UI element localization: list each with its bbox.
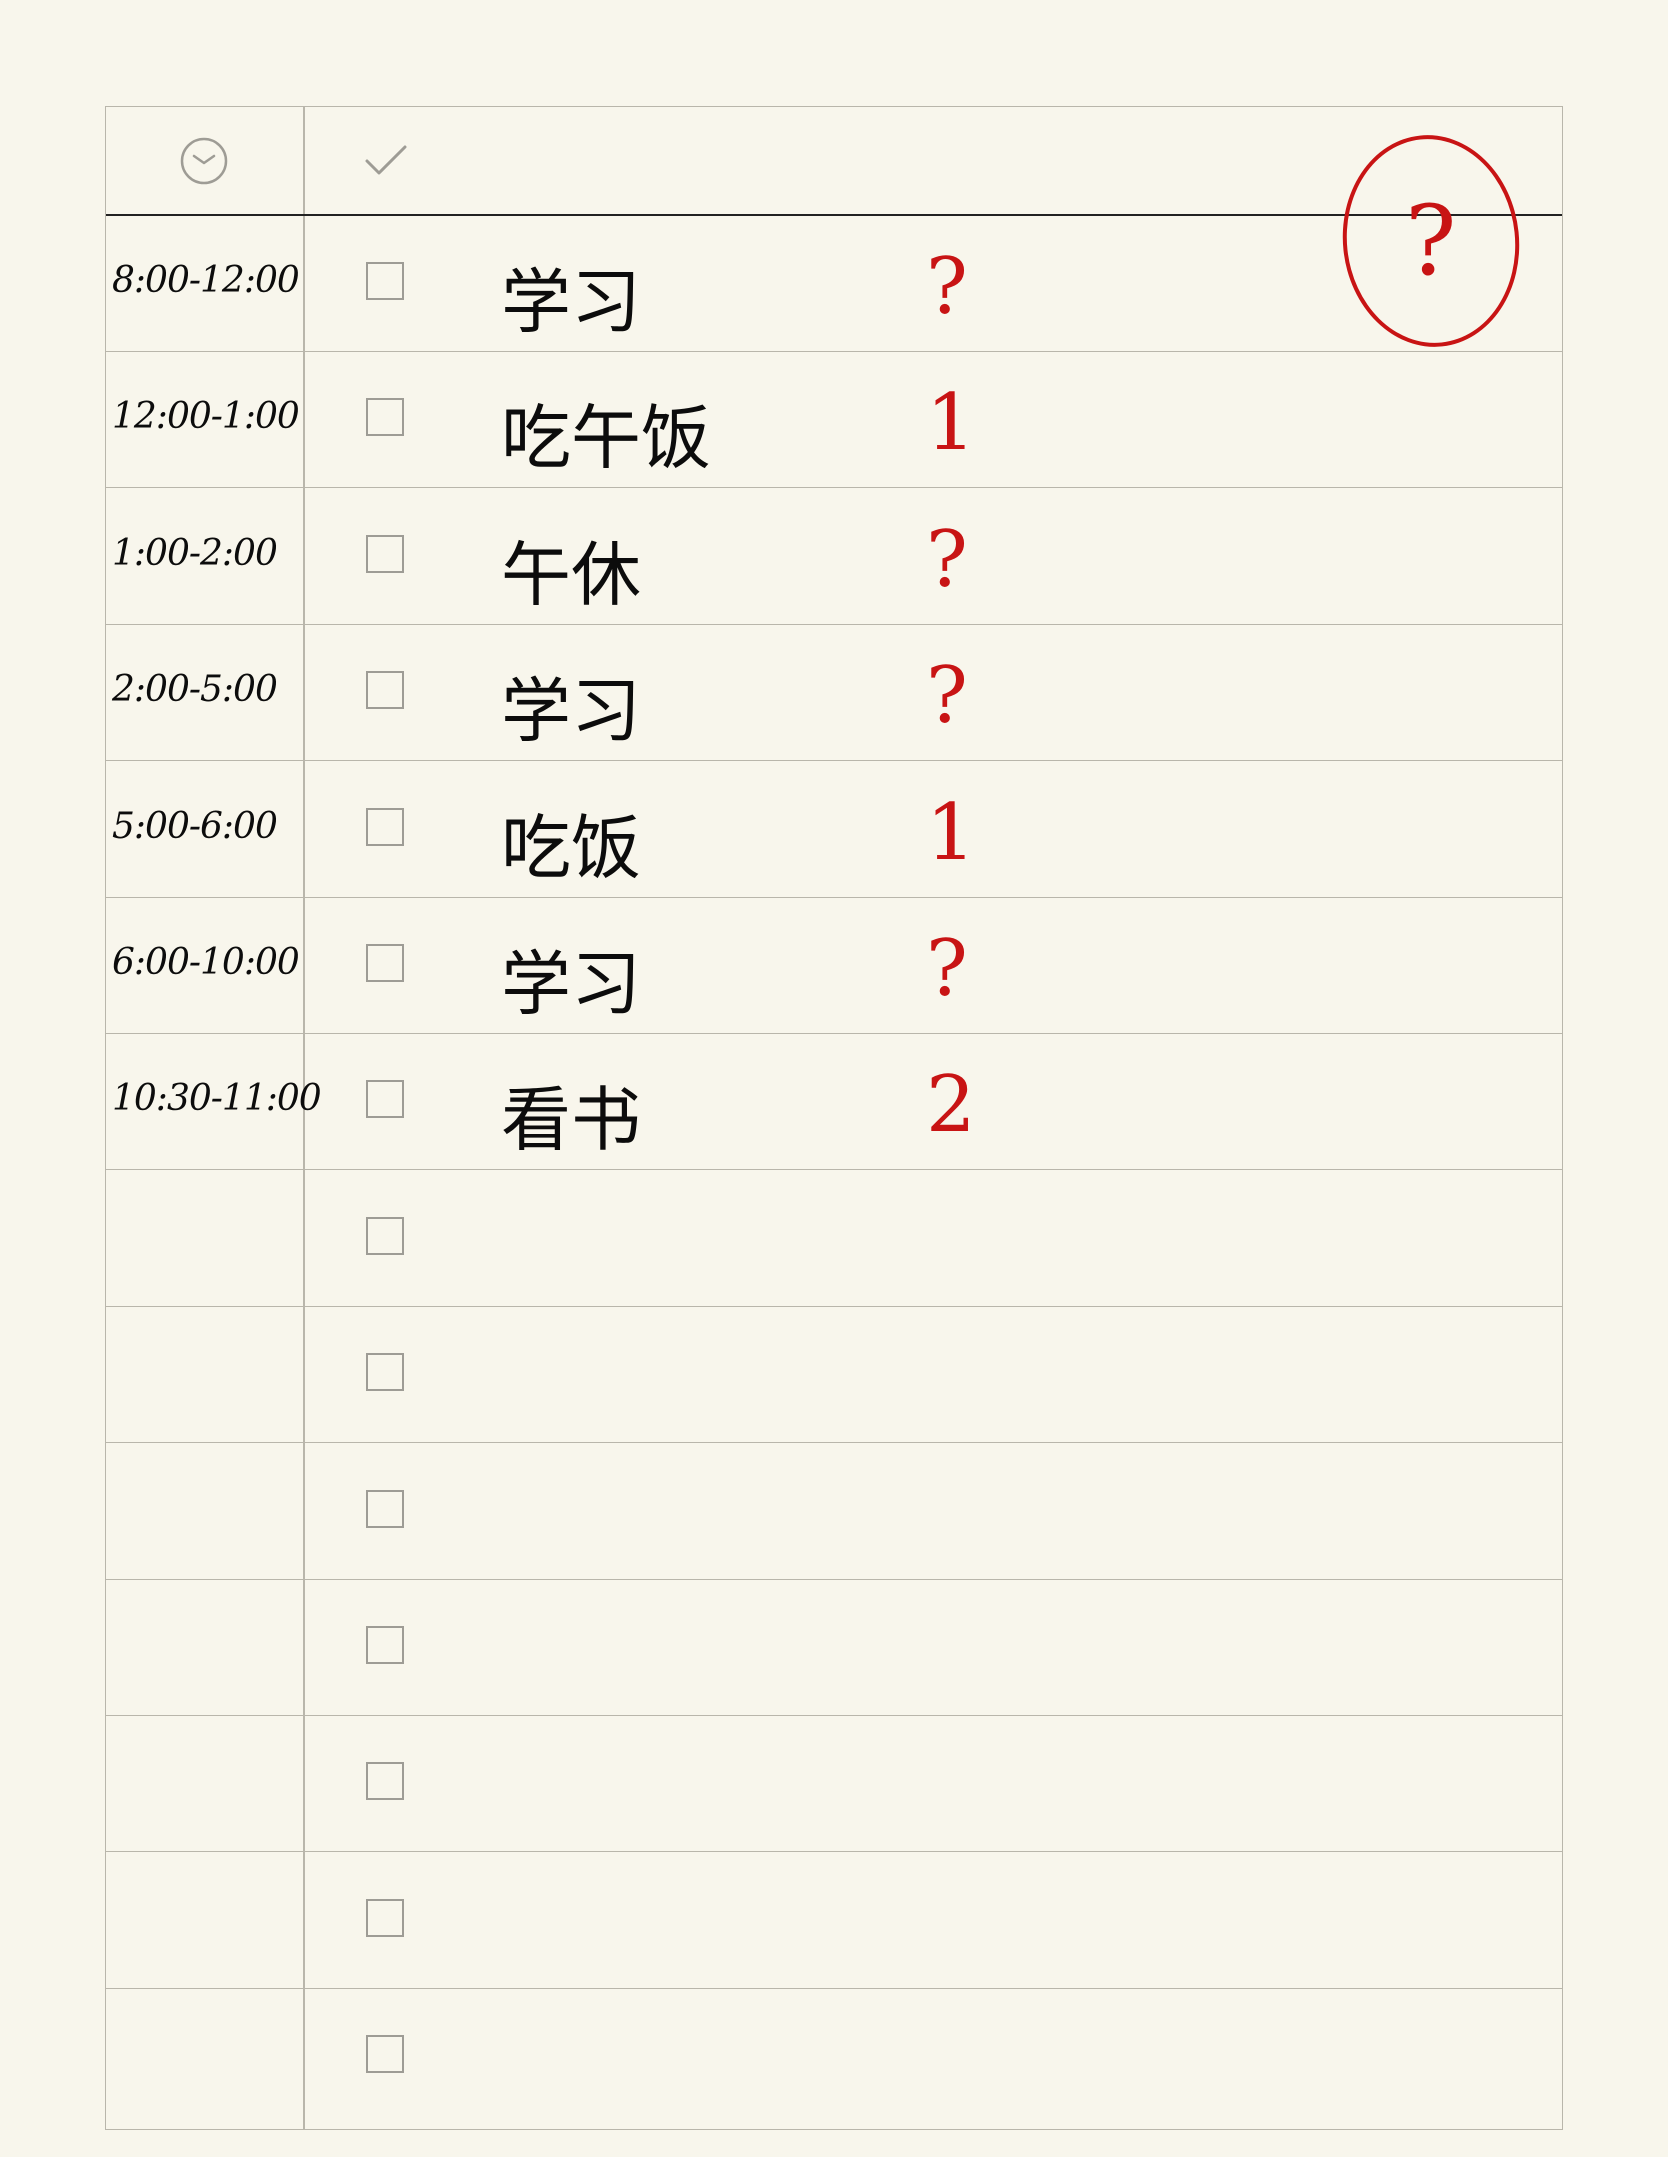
- checkmark-icon: [360, 135, 412, 187]
- task-checkbox[interactable]: [366, 671, 404, 710]
- clock-icon: [178, 135, 230, 187]
- red-mark: ?: [926, 651, 968, 742]
- task-checkbox[interactable]: [366, 1353, 404, 1392]
- table-row: 2:00-5:00 学习?: [106, 625, 1562, 762]
- red-mark: ?: [926, 924, 968, 1014]
- task-text: 吃午饭: [501, 397, 711, 480]
- red-mark: ?: [926, 242, 968, 332]
- table-row: 6:00-10:00 学习?: [106, 898, 1562, 1034]
- task-checkbox[interactable]: [366, 807, 404, 846]
- red-mark: 2: [926, 1060, 976, 1151]
- red-mark: ?: [926, 514, 968, 605]
- red-mark: 1: [926, 787, 976, 878]
- table-row: [106, 1444, 1562, 1580]
- table-row: [106, 1307, 1562, 1444]
- time-cell: 8:00-12:00: [112, 260, 300, 301]
- header-row: [106, 107, 1562, 216]
- task-checkbox[interactable]: [366, 944, 404, 982]
- table-row: [106, 1171, 1562, 1307]
- task-checkbox[interactable]: [366, 1762, 404, 1801]
- task-checkbox[interactable]: [366, 1489, 404, 1528]
- table-row: 1:00-2:00 午休?: [106, 489, 1562, 625]
- task-checkbox[interactable]: [366, 1626, 404, 1664]
- task-checkbox[interactable]: [366, 1080, 404, 1119]
- table-row: 5:00-6:00 吃饭 1: [106, 762, 1562, 898]
- time-cell: 5:00-6:00: [112, 805, 278, 847]
- task-checkbox[interactable]: [366, 2035, 404, 2074]
- table-row: 12:00-1:00 吃午饭 1: [106, 352, 1562, 489]
- circled-mark-text: ?: [1405, 185, 1457, 297]
- task-text: 学习: [501, 943, 641, 1025]
- time-cell: 2:00-5:00: [112, 669, 278, 711]
- time-cell: 6:00-10:00: [112, 942, 300, 983]
- task-text: 学习: [501, 261, 641, 343]
- table-row: 10:30-11:00 看书 2: [106, 1034, 1562, 1171]
- task-checkbox[interactable]: [366, 1898, 404, 1937]
- task-checkbox[interactable]: [366, 262, 404, 300]
- table-row: [106, 1580, 1562, 1716]
- task-checkbox[interactable]: [366, 1216, 404, 1255]
- task-text: 吃饭: [501, 806, 641, 889]
- task-checkbox[interactable]: [366, 534, 404, 573]
- red-mark: 1: [926, 378, 976, 469]
- time-cell: 1:00-2:00: [112, 532, 278, 574]
- task-text: 学习: [501, 670, 641, 753]
- time-cell: 12:00-1:00: [112, 396, 300, 438]
- table-row: [106, 1853, 1562, 1989]
- table-row: [106, 1989, 1562, 2125]
- todo-sheet: 8:00-12:00 学习? 12:00-1:00 吃午饭 1 1:00-2:00 午休? 2…: [105, 106, 1563, 2130]
- task-text: 午休: [501, 533, 641, 616]
- time-cell: 10:30-11:00: [112, 1078, 322, 1120]
- task-text: 看书: [501, 1079, 641, 1162]
- task-checkbox[interactable]: [366, 398, 404, 437]
- table-row: [106, 1716, 1562, 1853]
